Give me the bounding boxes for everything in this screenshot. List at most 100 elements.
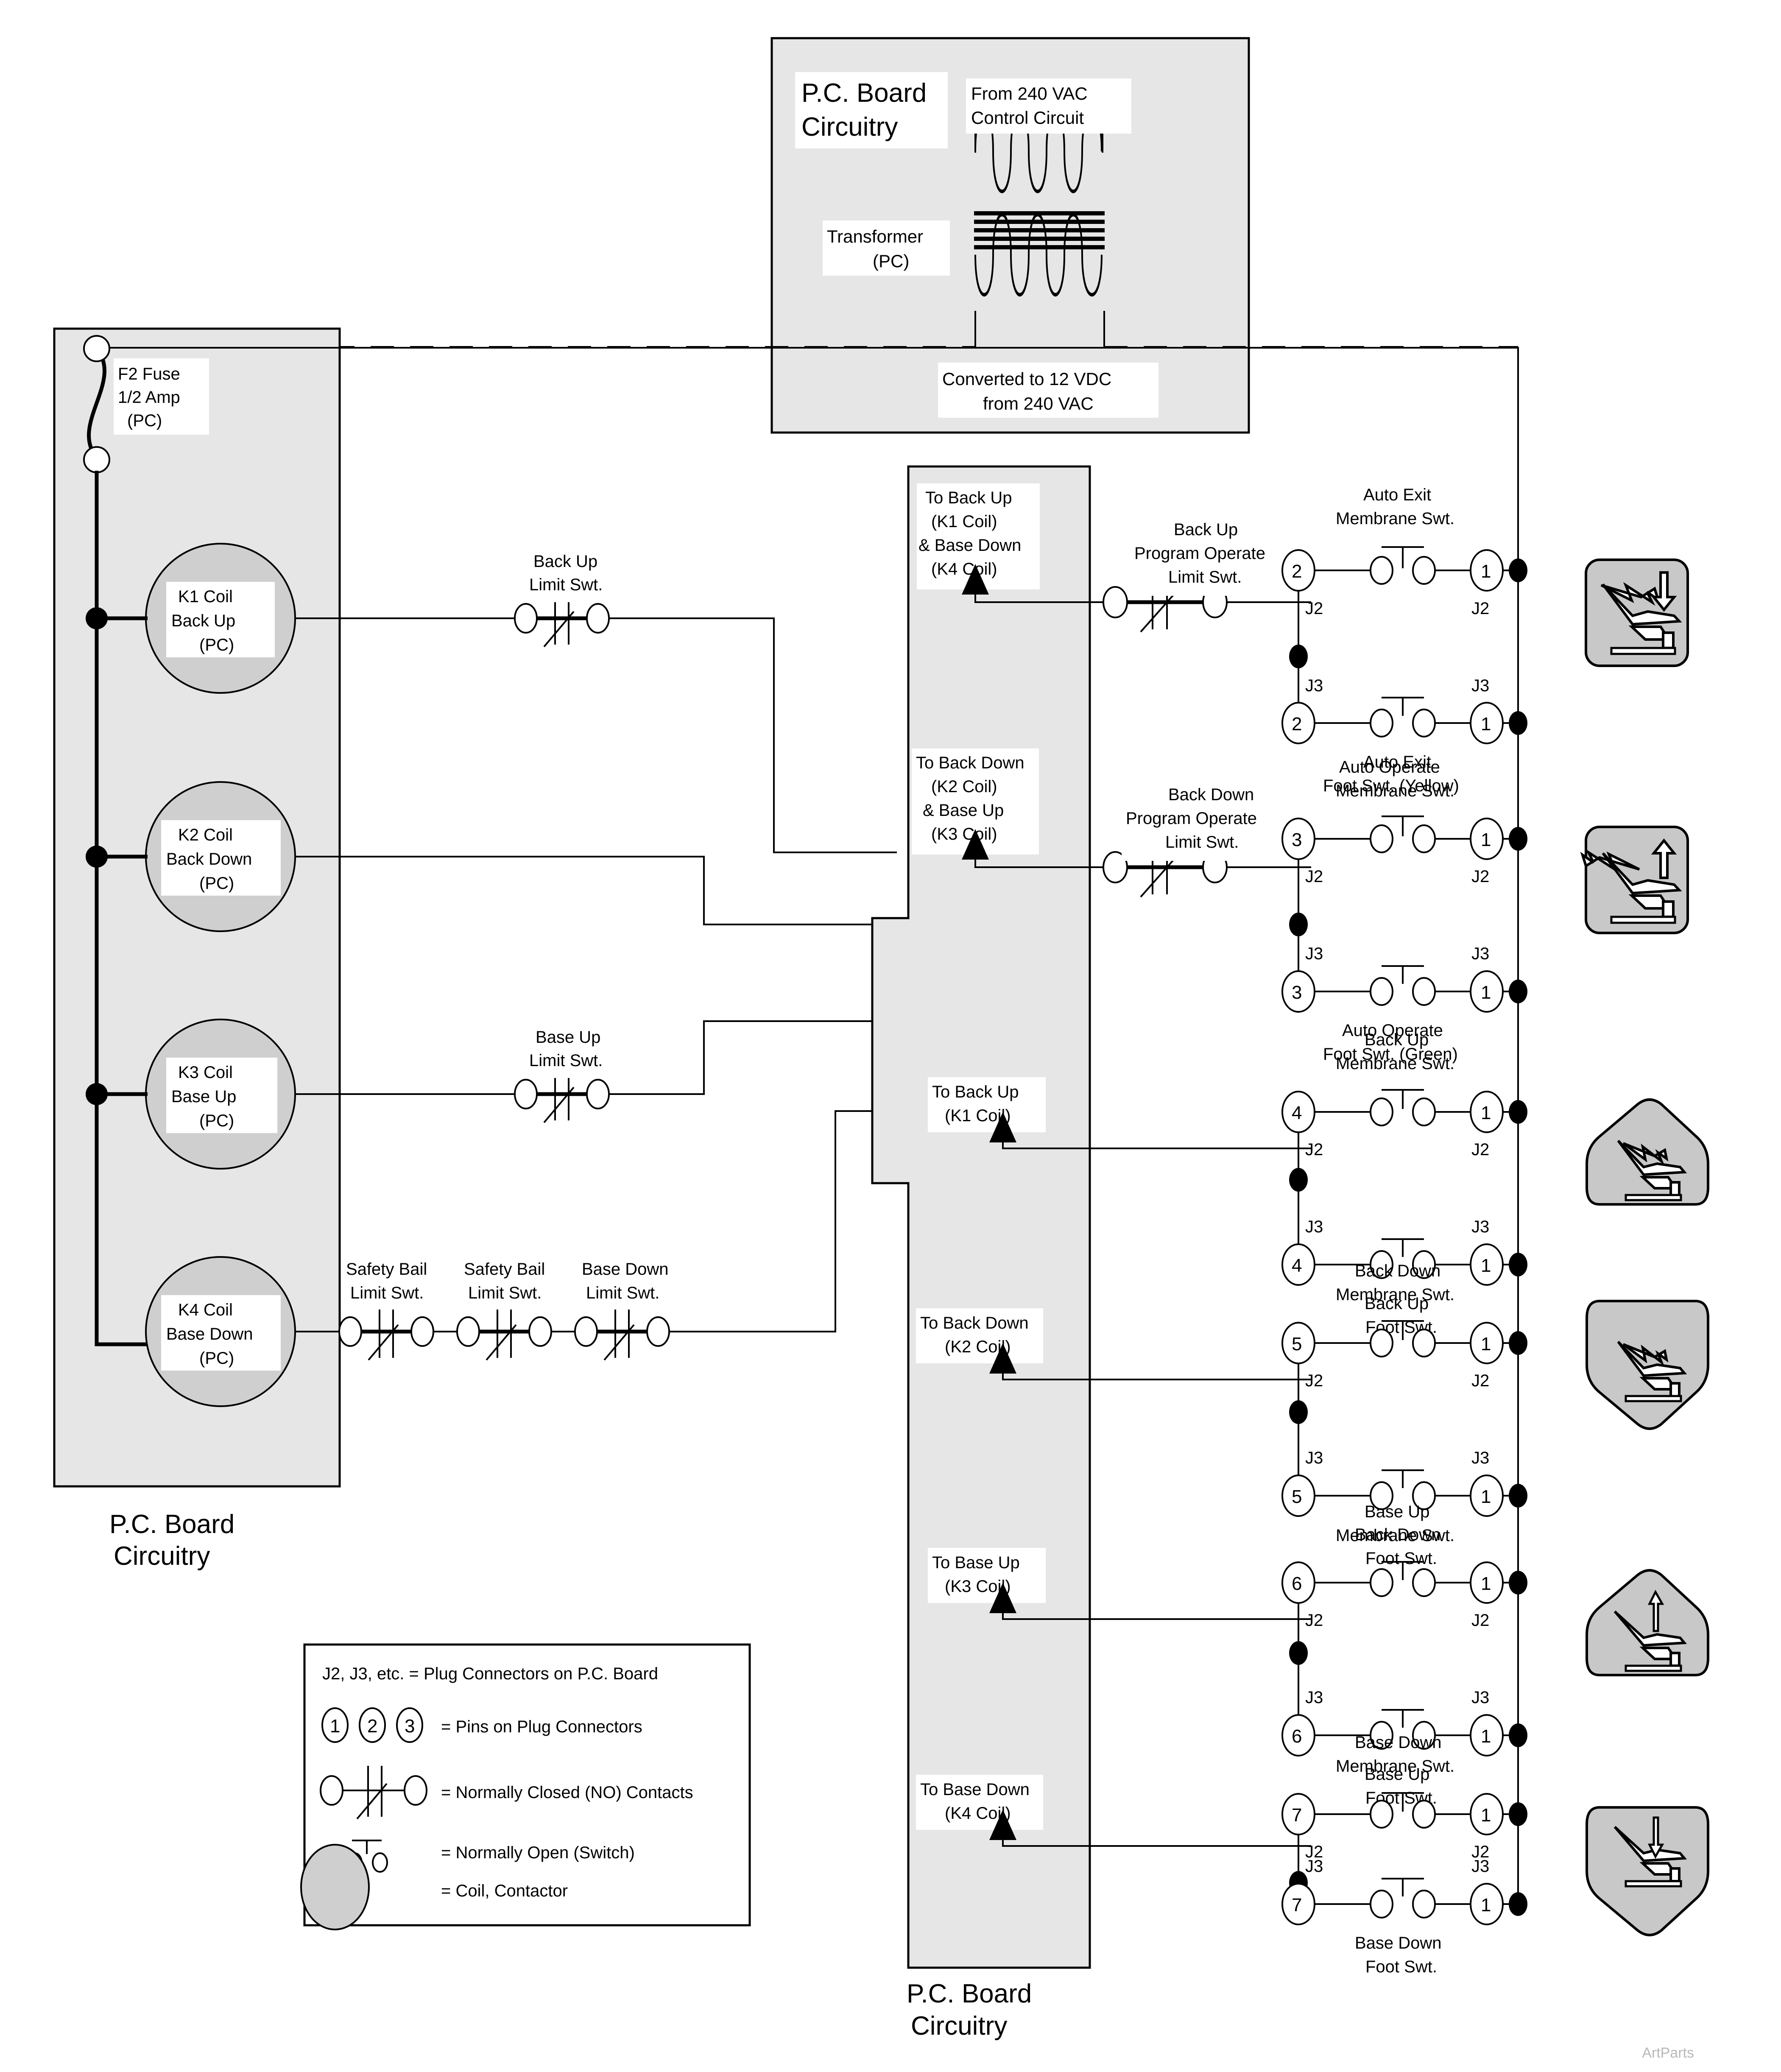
row4-bottom-label-l2: Foot Swt. [1365, 1549, 1437, 1568]
k2-line1: K2 Coil [178, 826, 233, 844]
row6-conn-bottom-right: J3 [1471, 1857, 1489, 1876]
legend-plug-connectors-text: J2, J3, etc. = Plug Connectors on P.C. B… [322, 1664, 658, 1683]
row2-right-pin-top: 1 [1481, 829, 1491, 850]
row2-conn-top-right: J2 [1471, 867, 1489, 886]
chair-base-down-icon [1586, 1806, 1709, 1936]
mid-target-1-l2: (K1 Coil) [931, 512, 997, 531]
row6-foot-no-symbol[interactable] [1370, 1878, 1436, 1918]
base-up-limit-label-l2: Limit Swt. [529, 1051, 603, 1070]
row4-conn-bottom-right: J3 [1471, 1449, 1489, 1467]
back-up-limit-switch[interactable]: Back Up Limit Swt. [514, 547, 615, 648]
watermark-artparts: ArtParts [1642, 2045, 1694, 2061]
row1-top-label-l2: Membrane Swt. [1336, 509, 1454, 528]
legend-no-text: = Normally Open (Switch) [441, 1843, 635, 1862]
row2-membrane-no-symbol[interactable] [1370, 815, 1436, 853]
row3-conn-top-right: J2 [1471, 1140, 1489, 1159]
transformer-name-line1: Transformer [827, 226, 923, 246]
k3-line3: (PC) [199, 1111, 234, 1130]
row3-right-pin-top: 1 [1481, 1103, 1491, 1123]
transformer-name-line2: (PC) [873, 251, 909, 271]
row4-left-pin-top: 5 [1292, 1334, 1302, 1354]
bd-prog-l3: Limit Swt. [1165, 833, 1239, 852]
mid-target-4-l1: To Back Down [920, 1314, 1029, 1332]
row4-top-label-l1: Back Down [1355, 1262, 1440, 1280]
legend-pins-text: = Pins on Plug Connectors [441, 1717, 642, 1736]
safety-bail-limit-switch-2[interactable]: Safety Bail Limit Swt. [456, 1254, 575, 1361]
row1-foot-no-symbol[interactable] [1370, 697, 1436, 737]
row3-left-pin-bottom: 4 [1292, 1255, 1302, 1276]
fuse-line3: (PC) [127, 411, 162, 430]
safety-bail-limit-switch-1[interactable]: Safety Bail Limit Swt. [338, 1254, 457, 1361]
safety-bail-1-l1: Safety Bail [346, 1260, 427, 1279]
row1-left-pin-top: 2 [1292, 561, 1302, 582]
k2-line2: Back Down [166, 850, 252, 868]
switch-row-back-down: Back Down Membrane Swt. 5 1 J2 J2 5 1 J3… [1281, 1262, 1709, 1568]
back-up-limit-label-l2: Limit Swt. [529, 575, 603, 594]
chair-base-up-icon [1586, 1569, 1709, 1676]
row2-left-pin-bottom: 3 [1292, 982, 1302, 1003]
row5-right-pin-top: 1 [1481, 1573, 1491, 1594]
mid-target-3-l1: To Back Up [932, 1083, 1019, 1101]
row3-conn-bottom-right: J3 [1471, 1218, 1489, 1236]
row3-top-label-l1: Back Up [1365, 1030, 1429, 1049]
transformer-output-line1: Converted to 12 VDC [942, 369, 1111, 389]
back-up-program-operate-limit-switch[interactable]: Back Up Program Operate Limit Swt. [1090, 515, 1311, 633]
mid-target-2-l3: & Base Up [923, 801, 1004, 820]
bd-prog-l1: Back Down [1168, 785, 1254, 804]
row1-membrane-no-symbol[interactable] [1370, 546, 1436, 585]
fuse-line1: F2 Fuse [118, 365, 180, 383]
mid-target-5-l1: To Base Up [932, 1553, 1020, 1572]
legend-plug-connectors-row: J2, J3, etc. = Plug Connectors on P.C. B… [322, 1664, 658, 1683]
legend-coil-text: = Coil, Contactor [441, 1882, 568, 1900]
row5-conn-bottom-right: J3 [1471, 1688, 1489, 1707]
row2-conn-bottom-right: J3 [1471, 944, 1489, 963]
row3-left-pin-top: 4 [1292, 1103, 1302, 1123]
row6-bottom-label-l1: Base Down [1355, 1934, 1442, 1952]
row6-right-pin-bottom: 1 [1481, 1895, 1491, 1916]
row4-conn-top-right: J2 [1471, 1371, 1489, 1390]
row1-conn-bottom-left: J3 [1305, 676, 1323, 695]
row4-conn-bottom-left: J3 [1305, 1449, 1323, 1467]
row6-bottom-label-l2: Foot Swt. [1365, 1958, 1437, 1976]
mid-caption-l1: P.C. Board [907, 1979, 1032, 2008]
row6-conn-bottom-left: J3 [1305, 1857, 1323, 1876]
back-down-program-operate-limit-switch[interactable]: Back Down Program Operate Limit Swt. [1090, 780, 1311, 898]
row1-left-pin-bottom: 2 [1292, 714, 1302, 734]
base-up-limit-label-l1: Base Up [536, 1028, 600, 1047]
panel-title-line1: P.C. Board [801, 78, 927, 108]
row5-conn-bottom-left: J3 [1305, 1688, 1323, 1707]
base-down-limit-switch[interactable]: Base Down Limit Swt. [574, 1254, 817, 1361]
k3-line2: Base Up [171, 1087, 236, 1106]
k4-line1: K4 Coil [178, 1301, 233, 1319]
mid-target-2-l1: To Back Down [916, 754, 1024, 772]
row6-top-label-l1: Base Down [1355, 1733, 1442, 1752]
row3-conn-bottom-left: J3 [1305, 1218, 1323, 1236]
row1-right-pin-bottom: 1 [1481, 714, 1491, 734]
panel-title-line2: Circuitry [801, 112, 898, 142]
row1-conn-bottom-right: J3 [1471, 676, 1489, 695]
mid-target-6-l1: To Base Down [920, 1780, 1030, 1799]
k4-line2: Base Down [166, 1325, 253, 1343]
row4-right-pin-top: 1 [1481, 1334, 1491, 1354]
row1-top-label-l1: Auto Exit [1363, 486, 1431, 504]
row2-foot-no-symbol[interactable] [1370, 965, 1436, 1006]
transformer-output-line2: from 240 VAC [983, 394, 1094, 413]
left-caption-l2: Circuitry [114, 1541, 210, 1571]
legend-pin-1: 1 [330, 1716, 340, 1737]
bu-prog-l2: Program Operate [1134, 544, 1265, 563]
base-down-limit-l2: Limit Swt. [586, 1284, 659, 1302]
k1-line3: (PC) [199, 636, 234, 654]
switch-row-auto-exit: Auto Exit Membrane Swt. 2 1 J2 J2 2 1 J3… [1281, 486, 1689, 795]
row5-conn-top-right: J2 [1471, 1611, 1489, 1630]
mid-caption-l2: Circuitry [911, 2011, 1007, 2041]
row2-top-label-l1: Auto Operate [1339, 758, 1440, 776]
row5-left-pin-bottom: 6 [1292, 1726, 1302, 1747]
row6-right-pin-top: 1 [1481, 1805, 1491, 1826]
legend-nc-text: = Normally Closed (NO) Contacts [441, 1783, 693, 1802]
row5-top-label-l1: Base Up [1365, 1502, 1429, 1521]
k3-line1: K3 Coil [178, 1063, 233, 1082]
base-up-limit-switch[interactable]: Base Up Limit Swt. [514, 1023, 615, 1123]
switch-row-base-down: Base Down Membrane Swt. 7 1 J2 J2 7 1 J3… [1281, 1733, 1709, 1976]
legend-pin-2: 2 [367, 1716, 377, 1737]
row3-membrane-no-symbol[interactable] [1370, 1089, 1436, 1126]
